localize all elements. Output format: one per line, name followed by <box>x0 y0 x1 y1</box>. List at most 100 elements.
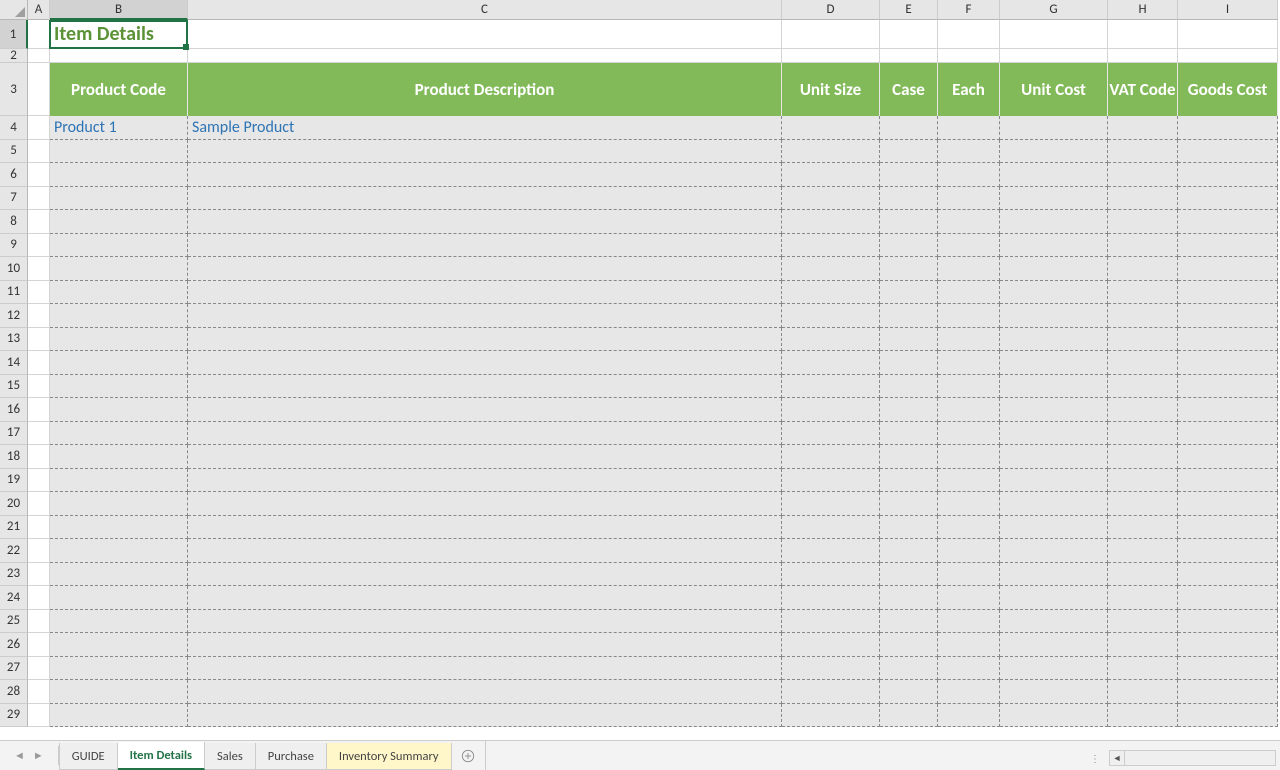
cell-F4[interactable] <box>938 116 1000 140</box>
cell-I7[interactable] <box>1178 187 1278 211</box>
cell-B10[interactable] <box>50 257 188 281</box>
cell-A3[interactable] <box>28 63 50 116</box>
row-header-14[interactable]: 14 <box>0 351 28 375</box>
row-header-12[interactable]: 12 <box>0 304 28 328</box>
cell-D29[interactable] <box>782 704 880 728</box>
cell-B24[interactable] <box>50 586 188 610</box>
row-header-25[interactable]: 25 <box>0 610 28 634</box>
cell-H23[interactable] <box>1108 563 1178 587</box>
cell-H5[interactable] <box>1108 140 1178 164</box>
cell-E3[interactable]: Case <box>880 63 938 116</box>
cell-F29[interactable] <box>938 704 1000 728</box>
cell-E8[interactable] <box>880 210 938 234</box>
row-header-27[interactable]: 27 <box>0 657 28 681</box>
cell-F16[interactable] <box>938 398 1000 422</box>
cell-C16[interactable] <box>188 398 782 422</box>
cell-G20[interactable] <box>1000 492 1108 516</box>
column-header-B[interactable]: B <box>50 0 188 20</box>
cell-I23[interactable] <box>1178 563 1278 587</box>
cell-H29[interactable] <box>1108 704 1178 728</box>
cell-I9[interactable] <box>1178 234 1278 258</box>
cell-B20[interactable] <box>50 492 188 516</box>
cell-G9[interactable] <box>1000 234 1108 258</box>
cell-A25[interactable] <box>28 610 50 634</box>
cell-E21[interactable] <box>880 516 938 540</box>
cell-I29[interactable] <box>1178 704 1278 728</box>
cell-H20[interactable] <box>1108 492 1178 516</box>
cell-G27[interactable] <box>1000 657 1108 681</box>
cell-I13[interactable] <box>1178 328 1278 352</box>
cell-E22[interactable] <box>880 539 938 563</box>
row-header-5[interactable]: 5 <box>0 140 28 164</box>
row-header-28[interactable]: 28 <box>0 680 28 704</box>
cell-G1[interactable] <box>1000 20 1108 49</box>
cell-F14[interactable] <box>938 351 1000 375</box>
cell-A23[interactable] <box>28 563 50 587</box>
cell-A6[interactable] <box>28 163 50 187</box>
cell-E16[interactable] <box>880 398 938 422</box>
cell-C1[interactable] <box>188 20 782 49</box>
cell-C13[interactable] <box>188 328 782 352</box>
cell-E1[interactable] <box>880 20 938 49</box>
cell-E12[interactable] <box>880 304 938 328</box>
row-header-19[interactable]: 19 <box>0 469 28 493</box>
cell-G3[interactable]: Unit Cost <box>1000 63 1108 116</box>
row-header-20[interactable]: 20 <box>0 492 28 516</box>
cell-G12[interactable] <box>1000 304 1108 328</box>
row-header-26[interactable]: 26 <box>0 633 28 657</box>
cell-C24[interactable] <box>188 586 782 610</box>
cell-F17[interactable] <box>938 422 1000 446</box>
cell-G5[interactable] <box>1000 140 1108 164</box>
cell-C29[interactable] <box>188 704 782 728</box>
cell-B23[interactable] <box>50 563 188 587</box>
cell-A15[interactable] <box>28 375 50 399</box>
cell-B22[interactable] <box>50 539 188 563</box>
cell-G4[interactable] <box>1000 116 1108 140</box>
cell-B9[interactable] <box>50 234 188 258</box>
cell-D26[interactable] <box>782 633 880 657</box>
cell-C28[interactable] <box>188 680 782 704</box>
row-header-16[interactable]: 16 <box>0 398 28 422</box>
cell-F2[interactable] <box>938 49 1000 63</box>
cell-G6[interactable] <box>1000 163 1108 187</box>
cell-C11[interactable] <box>188 281 782 305</box>
cell-B4[interactable]: Product 1 <box>50 116 188 140</box>
cell-G13[interactable] <box>1000 328 1108 352</box>
cell-B28[interactable] <box>50 680 188 704</box>
cell-H27[interactable] <box>1108 657 1178 681</box>
cell-D13[interactable] <box>782 328 880 352</box>
cell-A19[interactable] <box>28 469 50 493</box>
cell-G25[interactable] <box>1000 610 1108 634</box>
cell-B15[interactable] <box>50 375 188 399</box>
cell-A2[interactable] <box>28 49 50 63</box>
cell-D9[interactable] <box>782 234 880 258</box>
cell-C7[interactable] <box>188 187 782 211</box>
cell-F11[interactable] <box>938 281 1000 305</box>
hscroll-track[interactable] <box>1124 750 1276 766</box>
cell-C22[interactable] <box>188 539 782 563</box>
row-header-7[interactable]: 7 <box>0 187 28 211</box>
cell-G15[interactable] <box>1000 375 1108 399</box>
cell-A13[interactable] <box>28 328 50 352</box>
cell-D15[interactable] <box>782 375 880 399</box>
cell-H9[interactable] <box>1108 234 1178 258</box>
cell-F8[interactable] <box>938 210 1000 234</box>
cell-H28[interactable] <box>1108 680 1178 704</box>
cell-H17[interactable] <box>1108 422 1178 446</box>
cell-B7[interactable] <box>50 187 188 211</box>
cell-A26[interactable] <box>28 633 50 657</box>
cell-H18[interactable] <box>1108 445 1178 469</box>
cell-grid[interactable]: Item DetailsProduct CodeProduct Descript… <box>28 20 1278 727</box>
cell-F19[interactable] <box>938 469 1000 493</box>
cell-E2[interactable] <box>880 49 938 63</box>
column-header-G[interactable]: G <box>1000 0 1108 20</box>
cell-F18[interactable] <box>938 445 1000 469</box>
row-header-9[interactable]: 9 <box>0 234 28 258</box>
cell-I26[interactable] <box>1178 633 1278 657</box>
cell-C3[interactable]: Product Description <box>188 63 782 116</box>
cell-D4[interactable] <box>782 116 880 140</box>
cell-I2[interactable] <box>1178 49 1278 63</box>
cell-G10[interactable] <box>1000 257 1108 281</box>
cell-C14[interactable] <box>188 351 782 375</box>
row-header-29[interactable]: 29 <box>0 704 28 728</box>
